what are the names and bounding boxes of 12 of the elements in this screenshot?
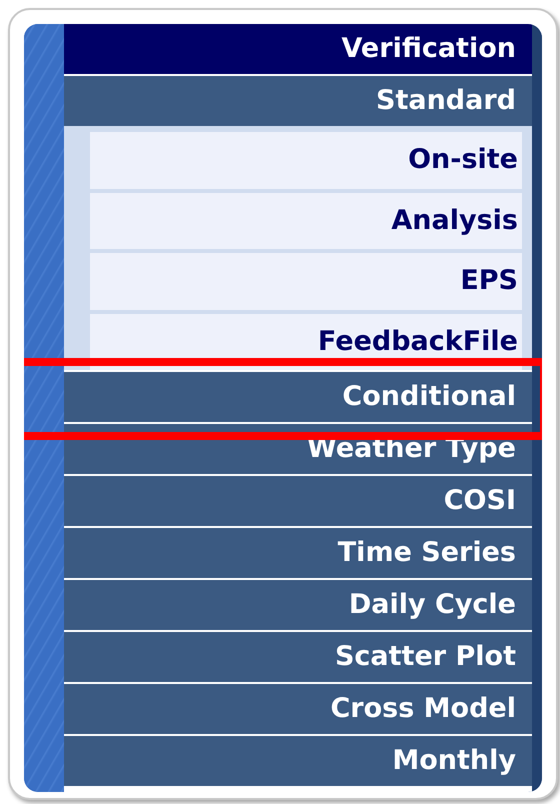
menu-item[interactable]: COSI — [64, 476, 532, 526]
menu-item[interactable]: Time Series — [64, 528, 532, 578]
menu-item[interactable]: Conditional — [64, 372, 532, 422]
menu-item[interactable]: Cross Model — [64, 684, 532, 734]
menu-item[interactable]: Monthly — [64, 736, 532, 786]
submenu-item[interactable]: EPS — [90, 253, 522, 310]
menu-header[interactable]: Verification — [64, 24, 532, 74]
menu-item[interactable]: Scatter Plot — [64, 632, 532, 682]
submenu-item[interactable]: Analysis — [90, 192, 522, 249]
menu-item[interactable]: Standard — [64, 76, 532, 126]
submenu-item[interactable]: On-site — [90, 132, 522, 188]
menu-item[interactable]: Daily Cycle — [64, 580, 532, 630]
